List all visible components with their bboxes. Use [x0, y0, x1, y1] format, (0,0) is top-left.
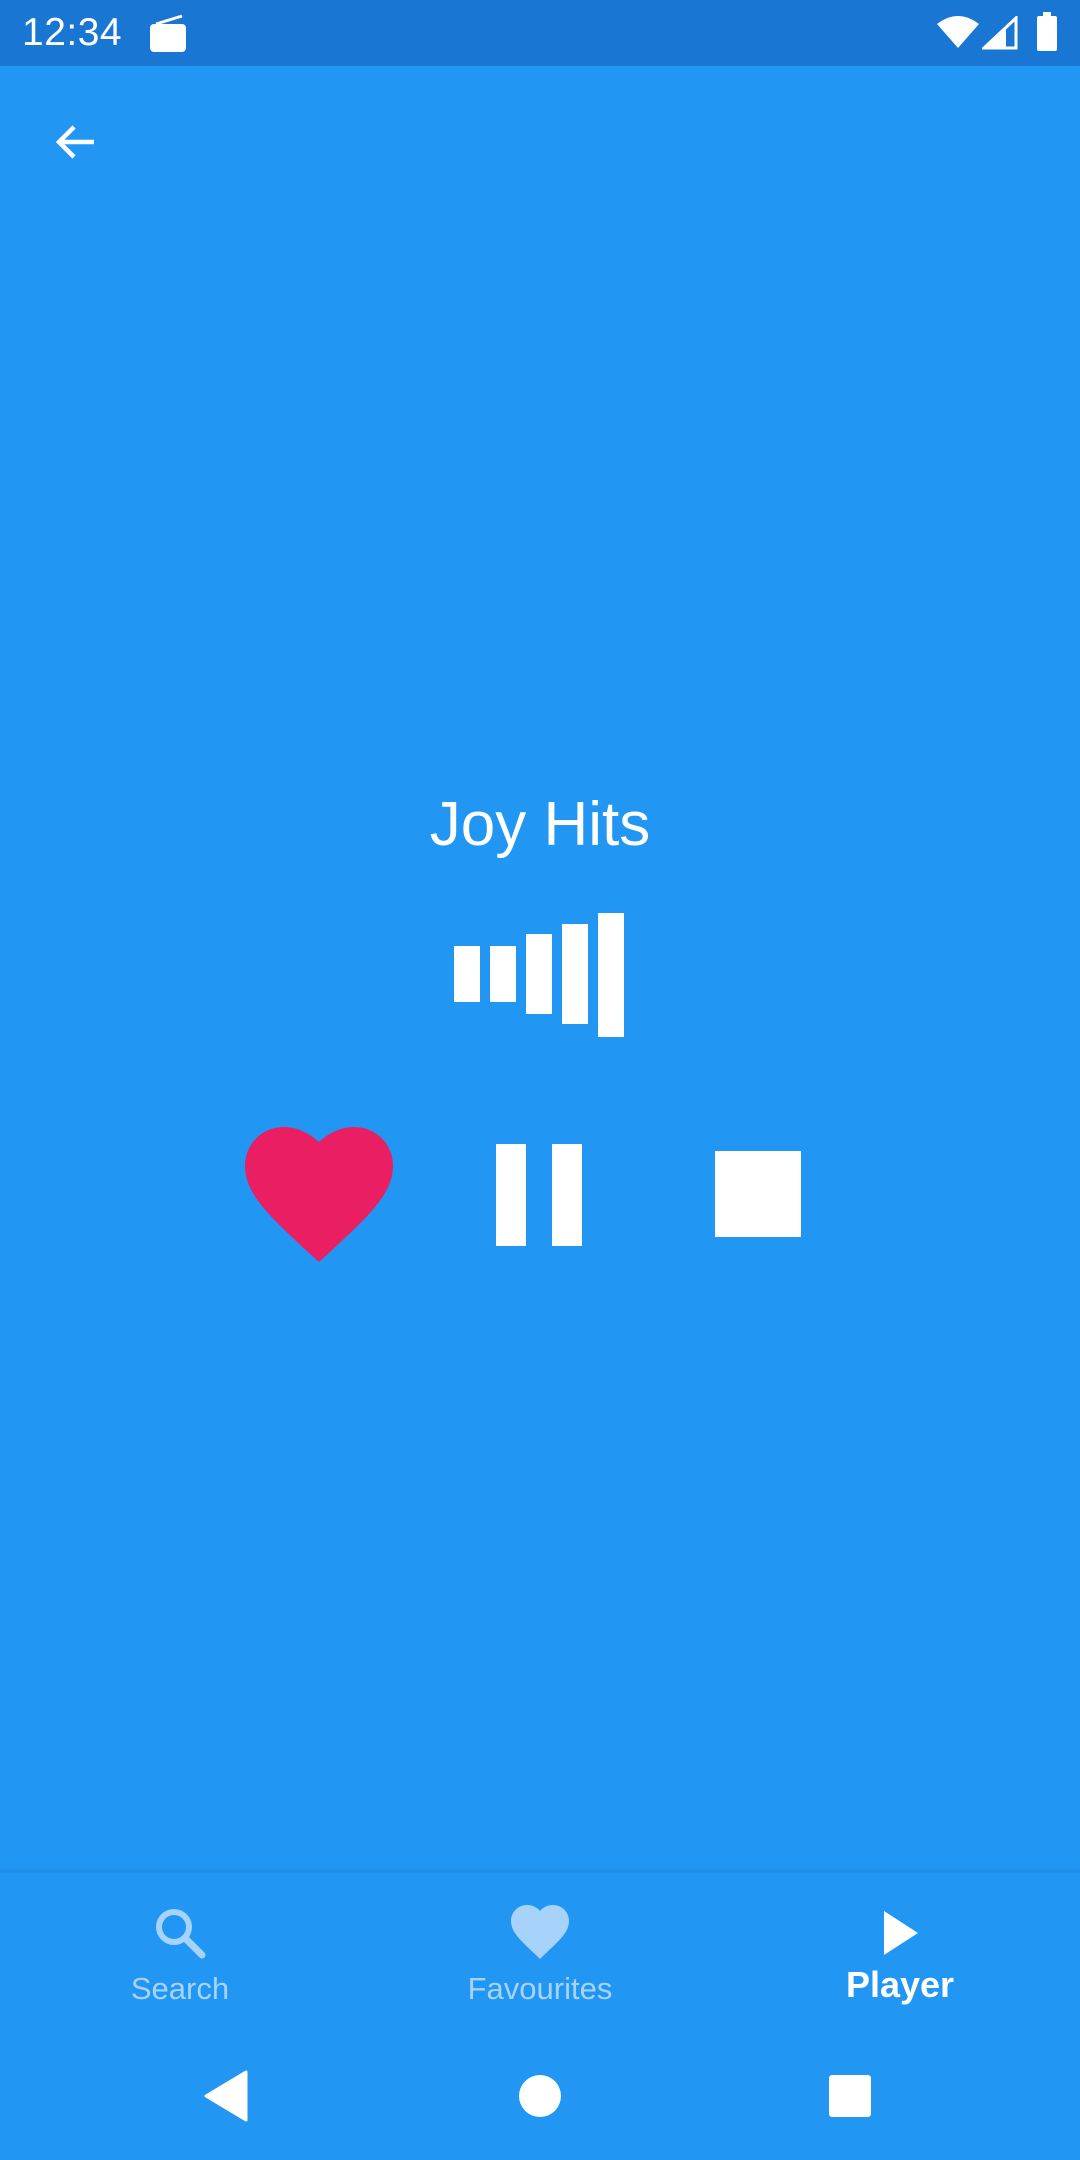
- battery-icon: [1037, 12, 1057, 51]
- nav-item-player[interactable]: Player: [720, 1873, 1080, 2033]
- status-bar: 12:34: [0, 0, 1080, 66]
- equalizer-icon: [454, 913, 624, 1037]
- nav-item-search[interactable]: Search: [0, 1873, 360, 2033]
- heart-icon: [511, 1905, 569, 1959]
- heart-icon: [245, 1127, 393, 1262]
- pause-icon: [496, 1144, 582, 1246]
- home-circle-icon: [519, 2075, 561, 2117]
- status-time: 12:34: [22, 11, 123, 54]
- nav-label-player: Player: [845, 1964, 955, 2005]
- system-navigation-bar: [0, 2032, 1080, 2160]
- station-title: Joy Hits: [429, 790, 651, 859]
- wifi-icon: [937, 16, 979, 48]
- arrow-back-icon: [55, 125, 94, 159]
- pause-button[interactable]: [492, 1140, 588, 1250]
- bottom-navigation: Search Favourites Player: [0, 1872, 1080, 2033]
- system-home-button[interactable]: [518, 2074, 562, 2118]
- nav-item-favourites[interactable]: Favourites: [360, 1873, 720, 2033]
- radio-icon: [150, 14, 186, 52]
- system-recents-button[interactable]: [828, 2074, 872, 2118]
- play-icon: [884, 1911, 918, 1955]
- nav-label-search: Search: [130, 1971, 230, 2006]
- back-button[interactable]: [40, 106, 112, 178]
- stop-button[interactable]: [712, 1148, 804, 1240]
- nav-label-favourites: Favourites: [467, 1971, 613, 2006]
- back-triangle-icon: [204, 2070, 248, 2122]
- system-back-button[interactable]: [200, 2068, 250, 2124]
- stop-icon: [715, 1151, 801, 1237]
- signal-icon: [982, 16, 1018, 50]
- search-icon: [156, 1909, 206, 1959]
- recents-square-icon: [829, 2075, 871, 2117]
- favourite-button[interactable]: [244, 1126, 394, 1266]
